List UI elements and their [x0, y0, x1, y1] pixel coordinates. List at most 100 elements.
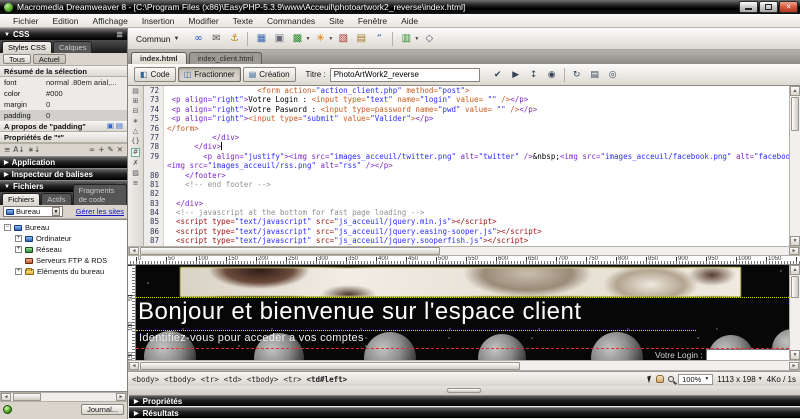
- view-button-fractionner[interactable]: ◫Fractionner: [178, 67, 241, 82]
- view-options-icon[interactable]: ▤: [587, 67, 603, 82]
- menu-affichage[interactable]: Affichage: [86, 16, 135, 26]
- date-icon[interactable]: ▧: [335, 31, 351, 46]
- menu-modifier[interactable]: Modifier: [181, 16, 225, 26]
- open-documents-icon[interactable]: ▤: [132, 88, 139, 95]
- banner-image[interactable]: [180, 267, 741, 297]
- images-icon[interactable]: ▩: [289, 31, 305, 46]
- code-line[interactable]: <img src="images_acceuil/rss.png" alt="r…: [144, 161, 789, 170]
- tag-selector-item[interactable]: <td>: [224, 375, 242, 384]
- insert-div-icon[interactable]: ▣: [271, 31, 287, 46]
- email-link-icon[interactable]: ✉: [208, 31, 224, 46]
- tree-expander[interactable]: +: [15, 235, 22, 242]
- close-button[interactable]: ✕: [779, 1, 798, 13]
- comment-icon[interactable]: “: [371, 31, 387, 46]
- code-line[interactable]: 85 <script type="text/javascript" src="j…: [144, 217, 789, 226]
- code-line[interactable]: 78 </div>: [144, 142, 789, 151]
- tab-fragments-de-code[interactable]: Fragments de code: [73, 184, 127, 205]
- preview-browser-icon[interactable]: ◉: [544, 67, 560, 82]
- code-line[interactable]: 73 <p align="right">Votre Login : <input…: [144, 95, 789, 104]
- code-line[interactable]: 74 <p align="right">Votre Pasword : <inp…: [144, 105, 789, 114]
- tag-selector-item[interactable]: <tr>: [201, 375, 219, 384]
- css-property-row[interactable]: fontnormal .80em arial,...: [0, 77, 127, 88]
- maximize-button[interactable]: [759, 1, 778, 13]
- menu-site[interactable]: Site: [322, 16, 351, 26]
- code-line[interactable]: 75 <p align="right"><input type="submit"…: [144, 114, 789, 123]
- tree-item-serveurs-ftp-rds[interactable]: Serveurs FTP & RDS: [0, 255, 127, 266]
- templates-icon[interactable]: ▥: [398, 31, 414, 46]
- code-line[interactable]: 87 <script type="text/javascript" src="j…: [144, 236, 789, 245]
- tree-expander[interactable]: +: [15, 268, 22, 275]
- check-page-icon[interactable]: ✔: [490, 67, 506, 82]
- tag-selector-item[interactable]: <tbody>: [247, 375, 279, 384]
- media-icon-dropdown[interactable]: ▼: [328, 36, 333, 42]
- code-line[interactable]: 76</form>: [144, 124, 789, 133]
- menu-fichier[interactable]: Fichier: [6, 16, 46, 26]
- hand-tool-icon[interactable]: [656, 375, 664, 383]
- hyperlink-icon[interactable]: ∞: [190, 31, 206, 46]
- tag-chooser-icon[interactable]: ◇: [421, 31, 437, 46]
- file-management-icon[interactable]: ↕: [526, 67, 542, 82]
- named-anchor-icon[interactable]: ⚓: [226, 31, 242, 46]
- design-subheading[interactable]: Identifiez-vous pour acceder a vos compt…: [139, 332, 364, 344]
- filter-actuel[interactable]: Actuel: [33, 54, 66, 64]
- zoom-tool-icon[interactable]: [668, 376, 674, 382]
- tree-item-ordinateur[interactable]: +Ordinateur: [0, 233, 127, 244]
- code-h-scrollbar[interactable]: ◄►: [128, 246, 800, 256]
- code-line[interactable]: 72 <form action="action_client.php" meth…: [144, 86, 789, 95]
- tab-styles-css[interactable]: Styles CSS: [2, 41, 52, 53]
- css-panel-header[interactable]: ▼CSS ≣: [0, 28, 127, 40]
- code-line[interactable]: 84 <!-- javascript at the bottom for fas…: [144, 208, 789, 217]
- design-login-label[interactable]: Votre Login :: [655, 350, 703, 360]
- syntax-coloring-icon[interactable]: ▨: [132, 170, 139, 177]
- tag-inspector-panel-header[interactable]: ▶Inspecteur de balises: [0, 168, 127, 180]
- insert-category-dropdown[interactable]: Commun▼: [136, 34, 179, 44]
- media-icon[interactable]: ✳: [312, 31, 328, 46]
- preview-debug-icon[interactable]: ▶: [508, 67, 524, 82]
- tree-item-bureau[interactable]: −Bureau: [0, 222, 127, 233]
- tag-selector-item[interactable]: <td#left>: [307, 375, 348, 384]
- show-list-view-icon[interactable]: A↓: [13, 146, 24, 154]
- tab-fichiers[interactable]: Fichiers: [2, 193, 40, 205]
- code-line[interactable]: 79 <p align="justify"><img src="images_a…: [144, 152, 789, 161]
- view-button-code[interactable]: ◧Code: [134, 67, 176, 82]
- about-doc-icon[interactable]: ▣: [107, 122, 114, 130]
- visual-aids-icon[interactable]: ◎: [605, 67, 621, 82]
- code-line[interactable]: 77 </div>: [144, 133, 789, 142]
- design-login-input[interactable]: [706, 349, 789, 360]
- panel-splitter[interactable]: [128, 386, 800, 395]
- tag-selector-item[interactable]: <tr>: [283, 375, 301, 384]
- files-h-scrollbar[interactable]: ◄►: [0, 392, 127, 402]
- expand-all-icon[interactable]: ∗: [133, 118, 139, 125]
- tree-expander[interactable]: +: [15, 246, 22, 253]
- tree-item-el-ments-du-bureau[interactable]: +Eléments du bureau: [0, 266, 127, 277]
- application-panel-header[interactable]: ▶Application: [0, 156, 127, 168]
- tag-selector-item[interactable]: <body>: [132, 375, 159, 384]
- tree-item-r-seau[interactable]: +Réseau: [0, 244, 127, 255]
- doc-tab-index-client-html[interactable]: index_client.html: [189, 52, 263, 64]
- results-panel-header[interactable]: ▶Résultats: [129, 407, 800, 418]
- show-category-view-icon[interactable]: ≡: [4, 146, 10, 154]
- code-line[interactable]: 80 </footer>: [144, 171, 789, 180]
- doc-tab-index-html[interactable]: index.html: [131, 52, 187, 64]
- menu-aide[interactable]: Aide: [394, 16, 425, 26]
- properties-panel-header[interactable]: ▶Propriétés: [129, 395, 800, 406]
- code-editor[interactable]: 72 <form action="action_client.php" meth…: [144, 86, 789, 246]
- menu-commandes[interactable]: Commandes: [260, 16, 322, 26]
- select-tool-icon[interactable]: [647, 375, 653, 383]
- design-v-scrollbar[interactable]: ▲▼: [789, 265, 800, 360]
- code-line[interactable]: 83 </div>: [144, 199, 789, 208]
- tree-expander[interactable]: −: [4, 224, 11, 231]
- server-include-icon[interactable]: ▤: [353, 31, 369, 46]
- more-options-icon[interactable]: ≡: [133, 180, 139, 187]
- filter-tous[interactable]: Tous: [3, 54, 31, 64]
- minimize-button[interactable]: [739, 1, 758, 13]
- design-heading[interactable]: Bonjour et bienvenue sur l'espace client: [138, 299, 582, 325]
- tag-selector-item[interactable]: <tbody>: [164, 375, 196, 384]
- edit-style-icon[interactable]: ✎: [107, 146, 113, 154]
- menu-texte[interactable]: Texte: [226, 16, 260, 26]
- templates-icon-dropdown[interactable]: ▼: [414, 36, 419, 42]
- show-set-properties-icon[interactable]: ∗↓: [28, 146, 41, 154]
- tag-selector[interactable]: <body> <tbody> <tr> <td> <tbody> <tr> <td#left…: [132, 375, 347, 384]
- journal-button[interactable]: Journal...: [81, 404, 124, 415]
- about-code-icon[interactable]: ▤: [116, 122, 123, 130]
